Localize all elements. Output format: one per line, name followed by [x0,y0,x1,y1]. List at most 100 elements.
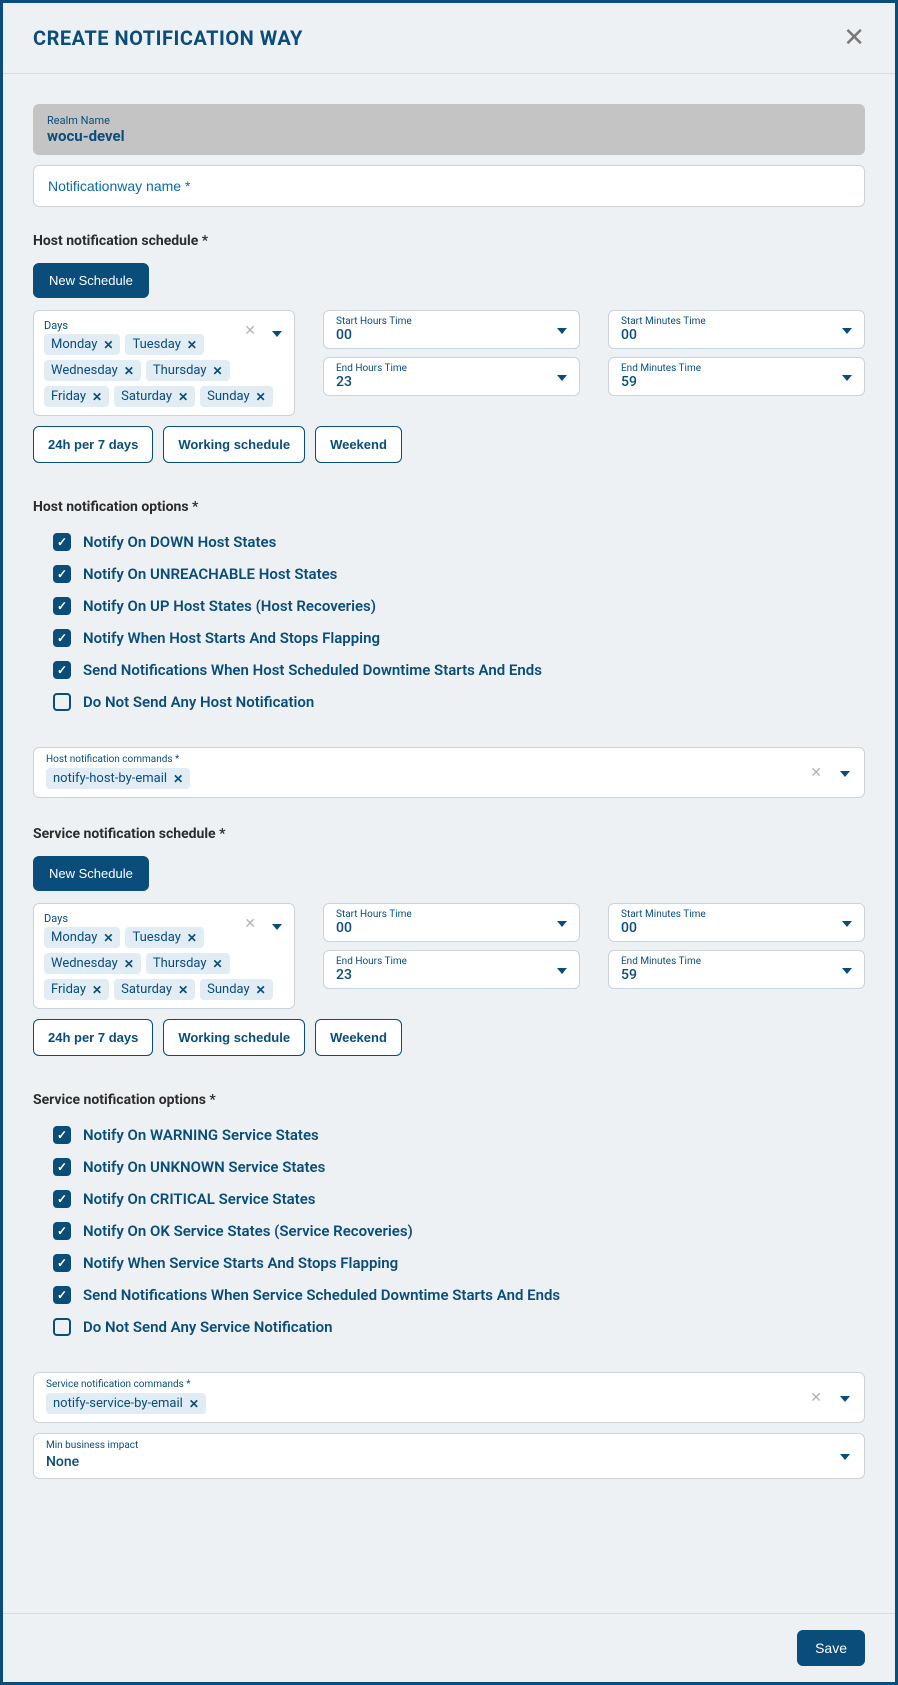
remove-icon[interactable]: ✕ [187,338,197,352]
service-end-minutes-select[interactable]: End Minutes Time 59 [608,950,865,989]
remove-icon[interactable]: ✕ [187,931,197,945]
min-business-impact-select[interactable]: Min business impact None [33,1433,865,1479]
remove-icon[interactable]: ✕ [256,390,266,404]
chevron-down-icon[interactable] [840,1448,850,1464]
chevron-down-icon[interactable] [842,369,852,385]
service-start-hours-select[interactable]: Start Hours Time 00 [323,903,580,942]
host-start-hours-select[interactable]: Start Hours Time 00 [323,310,580,349]
tag-label: Friday [51,389,86,404]
checkbox[interactable] [53,1126,71,1144]
chevron-down-icon[interactable] [557,962,567,978]
service-commands-select[interactable]: Service notification commands * notify-s… [33,1372,865,1423]
remove-icon[interactable]: ✕ [92,983,102,997]
host-end-hours-label: End Hours Time [336,363,567,374]
host-hours-col: Start Hours Time 00 End Hours Time 23 [323,310,580,396]
chevron-down-icon[interactable] [557,322,567,338]
checkbox[interactable] [53,1158,71,1176]
service-start-minutes-select[interactable]: Start Minutes Time 00 [608,903,865,942]
chevron-down-icon[interactable] [842,962,852,978]
checkbox[interactable] [53,1190,71,1208]
tag-label: Thursday [153,956,207,971]
checkbox[interactable] [53,1254,71,1272]
clear-icon[interactable]: ✕ [810,1390,822,1406]
host-commands-select[interactable]: Host notification commands * notify-host… [33,747,865,798]
host-end-hours-select[interactable]: End Hours Time 23 [323,357,580,396]
realm-name-field: Realm Name wocu-devel [33,104,865,155]
host-preset-row: 24h per 7 days Working schedule Weekend [33,426,865,463]
remove-icon[interactable]: ✕ [213,364,223,378]
save-button[interactable]: Save [797,1630,865,1666]
remove-icon[interactable]: ✕ [124,957,134,971]
host-new-schedule-button[interactable]: New Schedule [33,263,149,298]
option-label: Notify When Service Starts And Stops Fla… [83,1254,398,1272]
tag-label: Saturday [121,389,172,404]
host-commands-label: Host notification commands * [46,754,852,765]
tag-item: Saturday ✕ [114,386,195,407]
schedule-preset-button[interactable]: 24h per 7 days [33,1019,153,1056]
remove-icon[interactable]: ✕ [124,364,134,378]
option-label: Notify On UNREACHABLE Host States [83,565,337,583]
checkbox[interactable] [53,661,71,679]
tag-label: Wednesday [51,956,118,971]
tag-label: Tuesday [132,337,180,352]
chevron-down-icon[interactable] [557,369,567,385]
tag-label: Sunday [207,389,250,404]
checkbox[interactable] [53,597,71,615]
remove-icon[interactable]: ✕ [103,338,113,352]
option-label: Notify On CRITICAL Service States [83,1190,316,1208]
chevron-down-icon[interactable] [272,918,282,934]
option-label: Notify On WARNING Service States [83,1126,319,1144]
host-end-minutes-select[interactable]: End Minutes Time 59 [608,357,865,396]
schedule-preset-button[interactable]: Working schedule [163,1019,305,1056]
remove-icon[interactable]: ✕ [189,1397,199,1411]
remove-icon[interactable]: ✕ [178,983,188,997]
checkbox[interactable] [53,693,71,711]
chevron-down-icon[interactable] [842,322,852,338]
chevron-down-icon[interactable] [557,915,567,931]
option-label: Notify On OK Service States (Service Rec… [83,1222,413,1240]
checkbox[interactable] [53,1318,71,1336]
remove-icon[interactable]: ✕ [92,390,102,404]
host-start-minutes-label: Start Minutes Time [621,316,852,327]
chevron-down-icon[interactable] [842,915,852,931]
option-row: Notify On DOWN Host States [53,533,865,551]
checkbox[interactable] [53,533,71,551]
option-row: Notify On UNKNOWN Service States [53,1158,865,1176]
close-icon[interactable]: ✕ [843,25,865,51]
host-start-minutes-select[interactable]: Start Minutes Time 00 [608,310,865,349]
remove-icon[interactable]: ✕ [213,957,223,971]
host-schedule-row: Days Monday✕Tuesday✕Wednesday✕Thursday✕F… [33,310,865,416]
remove-icon[interactable]: ✕ [178,390,188,404]
modal-title: CREATE NOTIFICATION WAY [33,26,303,50]
remove-icon[interactable]: ✕ [256,983,266,997]
clear-icon[interactable]: ✕ [810,765,822,781]
chevron-down-icon[interactable] [272,325,282,341]
service-end-hours-select[interactable]: End Hours Time 23 [323,950,580,989]
service-start-minutes-value: 00 [621,920,852,936]
tag-label: Friday [51,982,86,997]
remove-icon[interactable]: ✕ [103,931,113,945]
checkbox[interactable] [53,1286,71,1304]
service-start-hours-value: 00 [336,920,567,936]
notificationway-name-input[interactable] [33,165,865,207]
chevron-down-icon[interactable] [840,765,850,781]
clear-icon[interactable]: ✕ [244,323,256,339]
checkbox[interactable] [53,1222,71,1240]
schedule-preset-button[interactable]: 24h per 7 days [33,426,153,463]
tag-item: Thursday✕ [146,360,230,381]
checkbox[interactable] [53,629,71,647]
service-commands-label: Service notification commands * [46,1379,852,1390]
service-new-schedule-button[interactable]: New Schedule [33,856,149,891]
schedule-preset-button[interactable]: Working schedule [163,426,305,463]
host-days-select[interactable]: Days Monday✕Tuesday✕Wednesday✕Thursday✕F… [33,310,295,416]
chevron-down-icon[interactable] [840,1390,850,1406]
checkbox[interactable] [53,565,71,583]
service-days-select[interactable]: Days Monday✕Tuesday✕Wednesday✕Thursday✕F… [33,903,295,1009]
schedule-preset-button[interactable]: Weekend [315,1019,402,1056]
remove-icon[interactable]: ✕ [173,772,183,786]
clear-icon[interactable]: ✕ [244,916,256,932]
tag-item: Thursday ✕ [146,953,230,974]
schedule-preset-button[interactable]: Weekend [315,426,402,463]
option-row: Notify When Host Starts And Stops Flappi… [53,629,865,647]
tag-label: Monday [51,930,97,945]
